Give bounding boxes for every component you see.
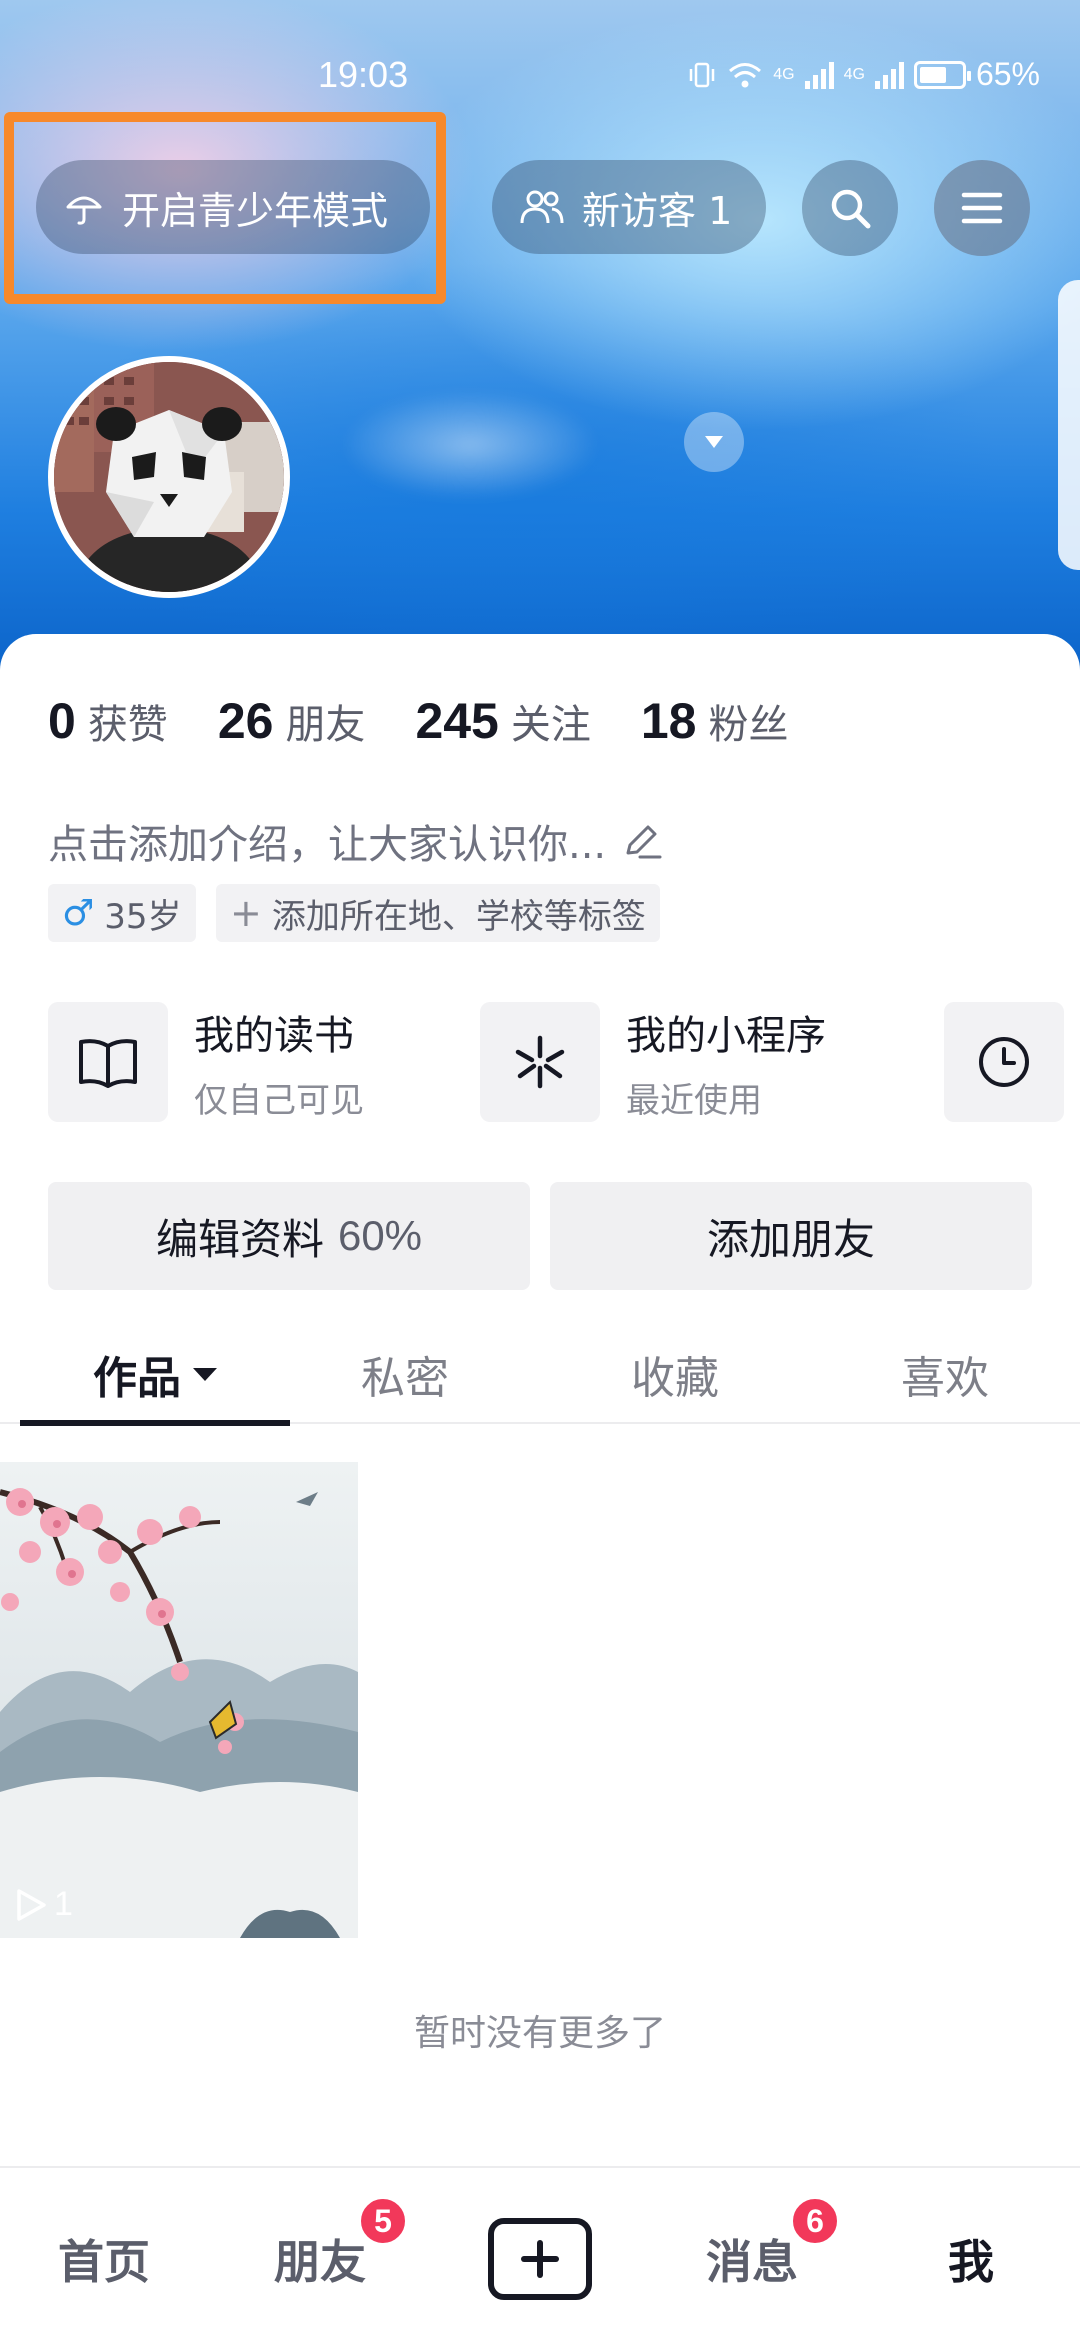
search-button[interactable] <box>802 160 898 256</box>
stat-likes[interactable]: 0 获赞 <box>48 692 168 750</box>
stat-following-count: 245 <box>415 693 499 749</box>
play-count: 1 <box>14 1885 73 1924</box>
stat-likes-count: 0 <box>48 693 76 749</box>
stat-followers[interactable]: 18 粉丝 <box>641 692 789 750</box>
profile-panel: 0 获赞 26 朋友 245 关注 18 粉丝 点击添加介绍，让大家认识你...… <box>0 634 1080 2174</box>
stat-friends-count: 26 <box>217 693 274 749</box>
stat-followers-count: 18 <box>640 693 697 749</box>
stat-friends[interactable]: 26 朋友 <box>218 692 366 750</box>
male-icon: ♂ <box>62 892 95 934</box>
vibrate-icon <box>690 62 715 87</box>
profile-stats: 0 获赞 26 朋友 245 关注 18 粉丝 <box>48 692 839 750</box>
book-icon <box>79 1039 137 1088</box>
tab-works[interactable]: 作品 <box>20 1324 290 1426</box>
plus-icon: + <box>230 891 262 935</box>
status-icons: 4G 4G 65% <box>687 56 1040 93</box>
stat-followers-label: 粉丝 <box>708 702 789 748</box>
stat-friends-label: 朋友 <box>285 702 366 748</box>
nav-home[interactable]: 首页 <box>58 2226 150 2292</box>
new-visitors-label: 新访客 1 <box>582 188 733 233</box>
pencil-icon <box>626 825 662 859</box>
play-icon <box>17 1888 46 1921</box>
my-books-title: 我的读书 <box>194 1012 354 1059</box>
book-icon-box <box>48 1002 168 1122</box>
add-tags-button[interactable]: + 添加所在地、学校等标签 <box>216 884 660 942</box>
umbrella-icon <box>66 196 102 225</box>
age-label: 35岁 <box>104 896 182 937</box>
tab-private-label: 私密 <box>361 1353 449 1404</box>
new-visitors-button[interactable]: 新访客 1 <box>492 160 766 254</box>
clock-icon <box>979 1037 1029 1087</box>
bottom-nav: 首页 朋友 5 消息 6 我 <box>0 2166 1080 2340</box>
network-type-2: 4G <box>843 65 865 83</box>
plus-icon <box>521 2240 559 2278</box>
panda-avatar-image <box>54 362 284 592</box>
add-tags-label: 添加所在地、学校等标签 <box>271 896 646 937</box>
create-button[interactable] <box>488 2218 592 2300</box>
teen-mode-label: 开启青少年模式 <box>122 188 389 233</box>
tab-private[interactable]: 私密 <box>270 1324 540 1424</box>
stat-likes-label: 获赞 <box>87 702 168 748</box>
mini-programs-shortcut[interactable]: 我的小程序 最近使用 <box>480 1002 826 1122</box>
visitors-icon <box>520 190 564 224</box>
tab-works-label: 作品 <box>93 1353 181 1404</box>
wifi-icon <box>729 62 762 87</box>
profile-completion: 60% <box>337 1212 423 1259</box>
tab-likes-label: 喜欢 <box>901 1353 989 1404</box>
my-books-shortcut[interactable]: 我的读书 仅自己可见 <box>48 1002 364 1122</box>
network-type-1: 4G <box>773 65 795 83</box>
mini-programs-title: 我的小程序 <box>626 1012 826 1059</box>
mini-program-icon-box <box>480 1002 600 1122</box>
caret-down-icon <box>193 1367 217 1381</box>
menu-icon <box>961 192 1003 224</box>
my-books-subtitle: 仅自己可见 <box>194 1080 364 1121</box>
status-time: 19:03 <box>318 54 409 95</box>
gender-age-tag[interactable]: ♂ 35岁 <box>48 884 196 942</box>
nav-messages[interactable]: 消息 <box>706 2226 798 2292</box>
avatar[interactable] <box>48 356 290 598</box>
friends-badge: 5 <box>358 2196 408 2246</box>
add-friends-label: 添加朋友 <box>706 1214 875 1264</box>
tab-favorites[interactable]: 收藏 <box>540 1324 810 1424</box>
edit-profile-label: 编辑资料 <box>155 1214 324 1264</box>
teen-mode-button[interactable]: 开启青少年模式 <box>36 160 430 254</box>
mini-programs-subtitle: 最近使用 <box>626 1080 762 1121</box>
add-intro-link[interactable]: 点击添加介绍，让大家认识你... <box>48 812 664 870</box>
play-count-value: 1 <box>54 1885 73 1923</box>
battery-percent: 65% <box>975 56 1040 92</box>
stat-following[interactable]: 245 关注 <box>415 692 590 750</box>
chevron-down-icon <box>705 436 723 448</box>
video-thumbnail[interactable]: 1 <box>0 1462 358 1938</box>
content-tabs: 作品 私密 收藏 喜欢 <box>0 1324 1080 1426</box>
mini-program-icon <box>515 1035 565 1089</box>
cover-highlight <box>340 390 600 500</box>
edit-profile-button[interactable]: 编辑资料 60% <box>48 1182 530 1290</box>
nav-me[interactable]: 我 <box>948 2226 994 2292</box>
signal-icon-1 <box>804 61 834 89</box>
account-switch-dropdown[interactable] <box>684 412 744 472</box>
nav-friends[interactable]: 朋友 <box>274 2226 366 2292</box>
menu-button[interactable] <box>934 160 1030 256</box>
signal-icon-2 <box>874 61 904 89</box>
tab-favorites-label: 收藏 <box>631 1353 719 1404</box>
history-shortcut[interactable] <box>944 1002 1064 1122</box>
add-friends-button[interactable]: 添加朋友 <box>550 1182 1032 1290</box>
messages-badge: 6 <box>790 2196 840 2246</box>
search-icon <box>831 189 871 229</box>
side-drawer-handle[interactable] <box>1058 280 1080 570</box>
battery-icon <box>913 60 971 89</box>
tab-likes[interactable]: 喜欢 <box>810 1324 1080 1424</box>
stat-following-label: 关注 <box>510 702 591 748</box>
clock-icon-box <box>944 1002 1064 1122</box>
end-of-list-text: 暂时没有更多了 <box>413 2013 666 2054</box>
blossom-landscape-image <box>0 1462 358 1938</box>
intro-placeholder: 点击添加介绍，让大家认识你... <box>48 822 607 868</box>
